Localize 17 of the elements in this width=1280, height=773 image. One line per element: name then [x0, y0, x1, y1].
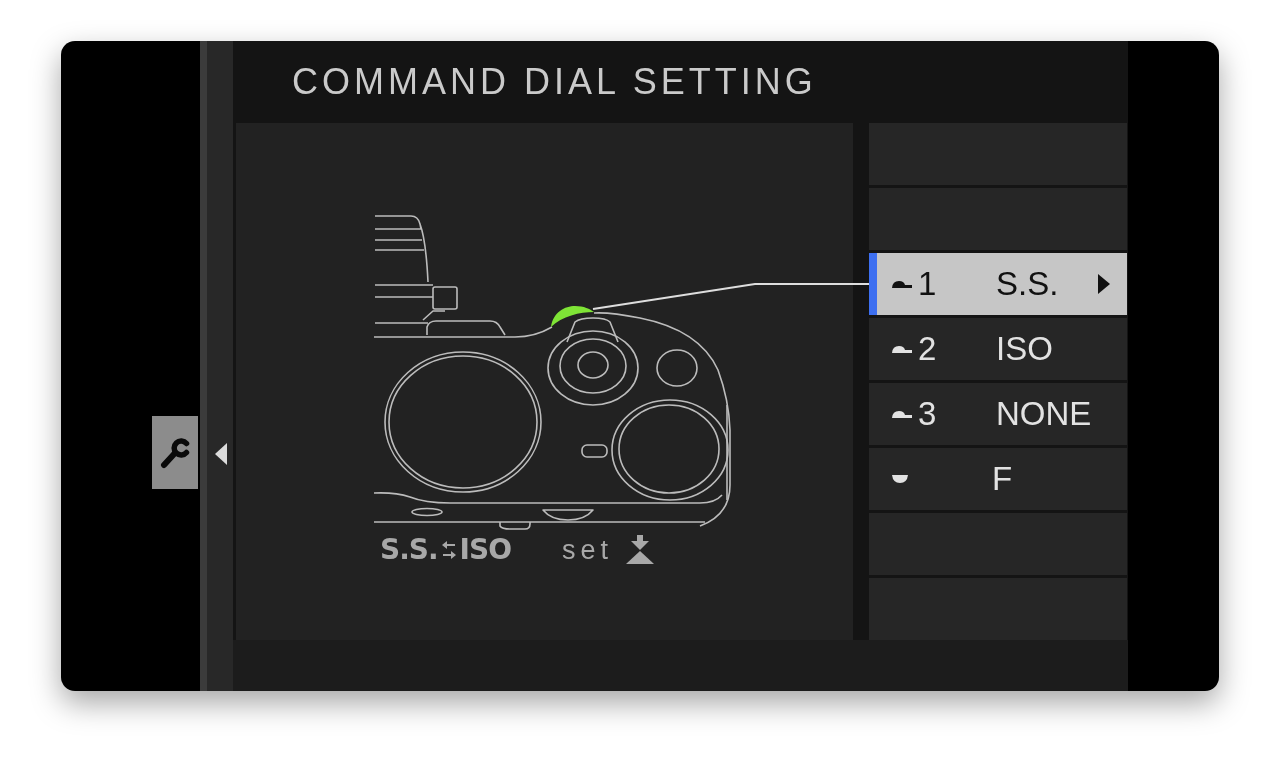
menu-option[interactable]: 1 S.S. — [869, 253, 1127, 315]
pointer-triangle-icon — [215, 443, 227, 465]
bowl-icon — [892, 475, 908, 483]
caption-to: ISO — [459, 535, 511, 565]
dome-icon — [892, 344, 912, 354]
wrench-icon — [159, 436, 191, 469]
dome-icon — [892, 409, 912, 419]
menu-option[interactable]: 2 ISO — [869, 318, 1127, 380]
menu-option[interactable]: F — [869, 448, 1127, 510]
swap-arrows-icon — [440, 540, 457, 560]
menu-option[interactable]: 3 NONE — [869, 383, 1127, 445]
caption-action: set — [562, 535, 614, 565]
submenu-arrow-icon — [1098, 274, 1110, 294]
dome-icon — [892, 279, 912, 289]
screen-title: COMMAND DIAL SETTING — [292, 60, 817, 103]
caption-from: S.S. — [380, 535, 438, 565]
settings-tab[interactable] — [152, 416, 198, 489]
